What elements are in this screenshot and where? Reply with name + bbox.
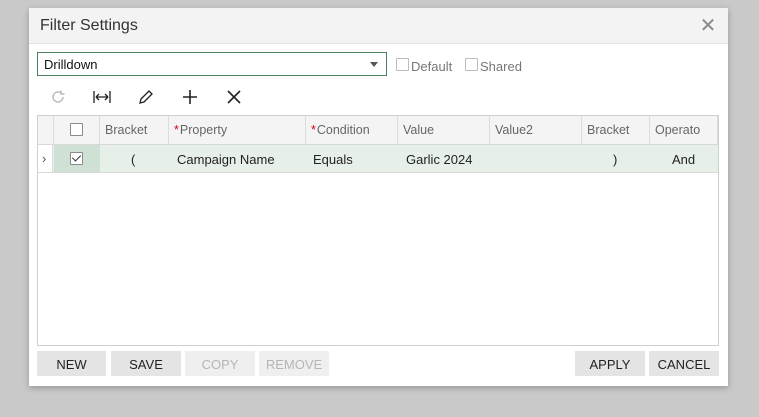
required-marker: * [174,123,179,137]
filter-settings-dialog: Filter Settings ✕ Drilldown Default Shar… [29,8,728,386]
column-header-operator[interactable]: Operato [650,116,718,144]
column-label: Bracket [587,123,630,137]
column-label: Property [179,123,228,137]
column-header-value2[interactable]: Value2 [490,116,582,144]
required-marker: * [311,123,316,137]
cancel-button[interactable]: CANCEL [649,351,719,376]
filter-name-select[interactable]: Drilldown [37,52,387,76]
apply-button[interactable]: APPLY [575,351,645,376]
select-all-checkbox[interactable] [70,123,83,136]
refresh-icon[interactable] [47,86,69,108]
header-select-all[interactable] [54,116,100,144]
column-header-bracket-close[interactable]: Bracket [582,116,650,144]
cell-condition[interactable]: Equals [313,152,353,167]
row-indicator: › [38,145,53,172]
dialog-title: Filter Settings [40,17,138,34]
edit-icon[interactable] [135,86,157,108]
column-header-value[interactable]: Value [398,116,490,144]
copy-button[interactable]: COPY [185,351,255,376]
filter-grid: Bracket *Property *Condition Value Value… [37,115,719,346]
close-icon[interactable]: ✕ [698,16,718,36]
column-label: Value [403,123,435,137]
table-row[interactable]: › ( Campaign Name Equals Garlic 2024 ) A… [38,145,718,173]
default-checkbox[interactable] [396,57,409,71]
shared-checkbox-group[interactable]: Shared [465,56,522,74]
cell-value[interactable]: Garlic 2024 [406,152,472,167]
delete-icon[interactable] [223,86,245,108]
column-label: Operato [655,123,701,137]
shared-checkbox[interactable] [465,57,478,71]
column-header-property[interactable]: *Property [169,116,306,144]
cell-property[interactable]: Campaign Name [177,152,275,167]
header-indicator-cell [38,116,54,144]
grid-header: Bracket *Property *Condition Value Value… [38,116,718,145]
cell-close-bracket[interactable]: ) [613,152,617,167]
column-header-bracket-open[interactable]: Bracket [100,116,169,144]
cell-open-bracket[interactable]: ( [131,152,135,167]
column-header-condition[interactable]: *Condition [306,116,398,144]
chevron-down-icon [370,62,378,67]
filter-name-value: Drilldown [44,57,98,72]
add-icon[interactable] [179,86,201,108]
chevron-right-icon: › [42,151,47,166]
dialog-titlebar: Filter Settings ✕ [29,8,728,44]
new-button[interactable]: NEW [37,351,106,376]
cell-operator[interactable]: And [672,152,695,167]
shared-label: Shared [480,58,522,74]
row-checkbox[interactable] [70,152,83,165]
save-button[interactable]: SAVE [111,351,181,376]
fit-columns-icon[interactable] [91,86,113,108]
default-checkbox-group[interactable]: Default [396,56,453,74]
remove-button[interactable]: REMOVE [259,351,329,376]
column-label: Condition [316,123,370,137]
column-label: Value2 [495,123,533,137]
default-label: Default [411,58,453,74]
column-label: Bracket [105,123,148,137]
row-select-cell[interactable] [54,145,100,172]
